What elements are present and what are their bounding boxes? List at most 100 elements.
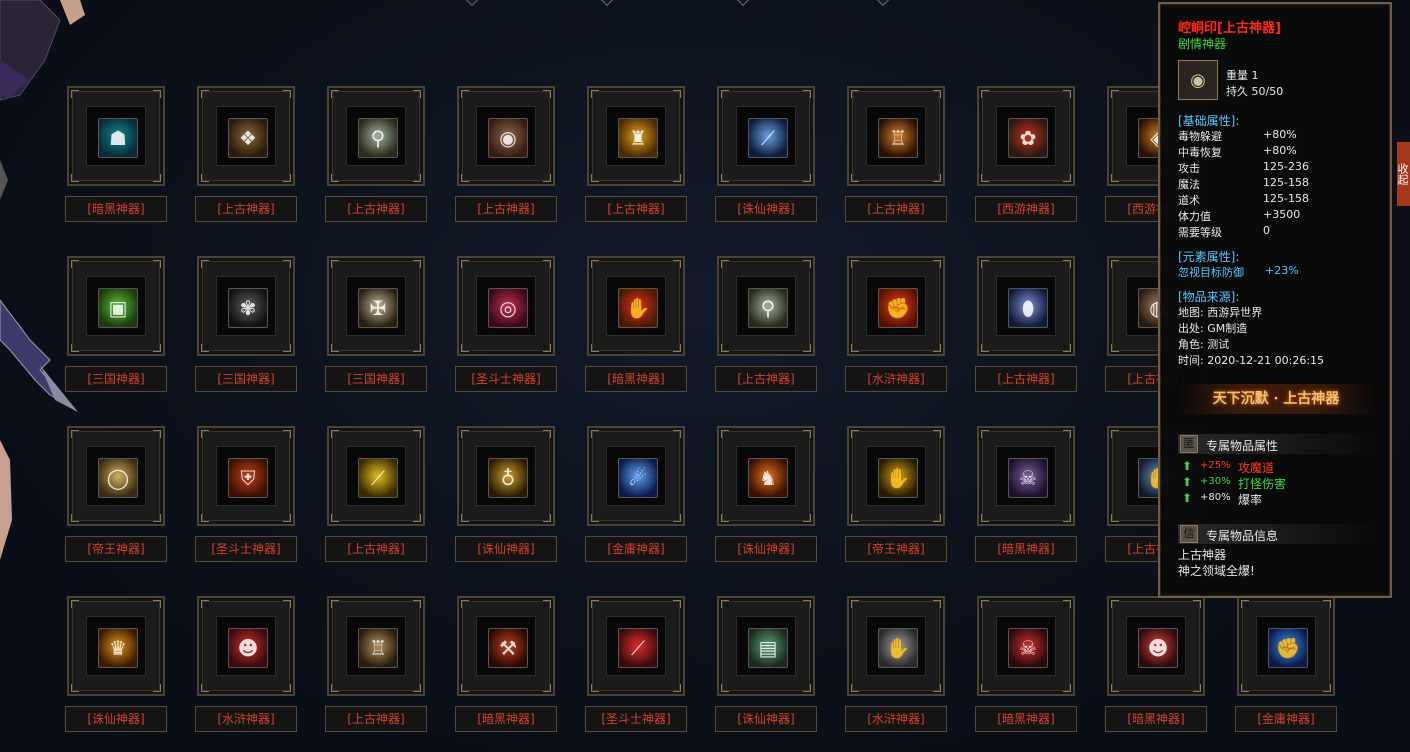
item-cell[interactable]: ⚲ [上古神器] [325,86,429,226]
crimson-blade-icon[interactable]: ⟋ [618,628,658,668]
item-cell[interactable]: ✋ [帝王神器] [845,426,949,566]
item-cell[interactable]: ✋ [暗黑神器] [585,256,689,396]
gold-gauntlet-icon[interactable]: ✋ [878,458,918,498]
chain-whip-icon[interactable]: ⚒ [488,628,528,668]
item-cell[interactable]: ♁ [诛仙神器] [455,426,559,566]
tiger-claw-icon[interactable]: ❖ [228,118,268,158]
item-cell[interactable]: ☗ [暗黑神器] [65,86,169,226]
item-cell[interactable]: ⟋ [上古神器] [325,426,429,566]
item-slot[interactable]: ⟋ [587,596,685,696]
justice-emblem-icon[interactable]: ✠ [358,288,398,328]
crimson-demon-icon[interactable]: ☠ [1008,628,1048,668]
item-slot[interactable]: ◎ [457,256,555,356]
gold-blade-icon[interactable]: ⟋ [358,458,398,498]
item-slot[interactable]: ♜ [587,86,685,186]
item-slot[interactable]: ☄ [587,426,685,526]
item-slot[interactable]: ☗ [67,86,165,186]
item-slot[interactable]: ☠ [977,596,1075,696]
item-slot[interactable]: ⬮ [977,256,1075,356]
item-slot[interactable]: ☠ [977,426,1075,526]
item-slot[interactable]: ☻ [1107,596,1205,696]
item-cell[interactable]: ▤ [诛仙神器] [715,596,819,736]
item-slot[interactable]: ☻ [197,596,295,696]
item-slot[interactable]: ♞ [717,426,815,526]
item-slot[interactable]: ✋ [847,596,945,696]
item-cell[interactable]: ☻ [暗黑神器] [1105,596,1209,736]
pagoda-icon[interactable]: ♖ [358,628,398,668]
item-slot[interactable]: ✠ [327,256,425,356]
item-slot[interactable]: ❖ [197,86,295,186]
item-slot[interactable]: ✋ [587,256,685,356]
item-slot[interactable]: ▤ [717,596,815,696]
item-slot[interactable]: ⚒ [457,596,555,696]
item-cell[interactable]: ✊ [水浒神器] [845,256,949,396]
item-cell[interactable]: ♜ [上古神器] [585,86,689,226]
red-ring-icon[interactable]: ◉ [488,118,528,158]
jade-seal-icon[interactable]: ▣ [98,288,138,328]
item-cell[interactable]: ☻ [水浒神器] [195,596,299,736]
item-cell[interactable]: ♖ [上古神器] [845,86,949,226]
item-cell[interactable]: ✾ [三国神器] [195,256,299,396]
dark-warrior-icon[interactable]: ☗ [98,118,138,158]
golden-bell-icon[interactable]: ♜ [618,118,658,158]
red-white-mask-icon[interactable]: ☻ [1138,628,1178,668]
item-cell[interactable]: ⚒ [暗黑神器] [455,596,559,736]
item-cell[interactable]: ⬮ [上古神器] [975,256,1079,396]
item-cell[interactable]: ☠ [暗黑神器] [975,426,1079,566]
azure-fist-icon[interactable]: ✊ [1268,628,1308,668]
blue-sword-icon[interactable]: ⟋ [748,118,788,158]
golden-helm-icon[interactable]: ♛ [98,628,138,668]
item-cell[interactable]: ⟋ [诛仙神器] [715,86,819,226]
item-slot[interactable]: ✿ [977,86,1075,186]
red-mask-icon[interactable]: ☻ [228,628,268,668]
item-cell[interactable]: ◯ [帝王神器] [65,426,169,566]
item-cell[interactable]: ▣ [三国神器] [65,256,169,396]
item-slot[interactable]: ⚲ [717,256,815,356]
ice-claw-icon[interactable]: ☄ [618,458,658,498]
item-slot[interactable]: ♁ [457,426,555,526]
collapse-tab[interactable]: 收起 [1396,142,1410,206]
flame-gauntlet-icon[interactable]: ✋ [618,288,658,328]
item-cell[interactable]: ⚲ [上古神器] [715,256,819,396]
dark-flower-icon[interactable]: ✾ [228,288,268,328]
item-cell[interactable]: ⟋ [圣斗士神器] [585,596,689,736]
item-slot[interactable]: ✋ [847,426,945,526]
item-slot[interactable]: ◉ [457,86,555,186]
red-amulet-icon[interactable]: ✿ [1008,118,1048,158]
item-cell[interactable]: ✿ [西游神器] [975,86,1079,226]
fan-staff-icon[interactable]: ⚲ [358,118,398,158]
item-cell[interactable]: ⛨ [圣斗士神器] [195,426,299,566]
item-slot[interactable]: ✊ [847,256,945,356]
item-cell[interactable]: ✋ [水浒神器] [845,596,949,736]
item-slot[interactable]: ♖ [327,596,425,696]
demon-mask-icon[interactable]: ☠ [1008,458,1048,498]
item-slot[interactable]: ⟋ [327,426,425,526]
item-slot[interactable]: ♖ [847,86,945,186]
item-cell[interactable]: ✊ [金庸神器] [1235,596,1339,736]
item-cell[interactable]: ◉ [上古神器] [455,86,559,226]
fan-staff-icon[interactable]: ⚲ [748,288,788,328]
pagoda-icon[interactable]: ♖ [878,118,918,158]
fire-fist-icon[interactable]: ✊ [878,288,918,328]
crimson-bracelet-icon[interactable]: ◎ [488,288,528,328]
item-slot[interactable]: ▣ [67,256,165,356]
item-slot[interactable]: ⟋ [717,86,815,186]
item-slot[interactable]: ⛨ [197,426,295,526]
item-cell[interactable]: ❖ [上古神器] [195,86,299,226]
item-slot[interactable]: ✾ [197,256,295,356]
moon-gem-icon[interactable]: ⬮ [1008,288,1048,328]
item-slot[interactable]: ◯ [67,426,165,526]
gold-necklace-icon[interactable]: ♁ [488,458,528,498]
item-cell[interactable]: ☄ [金庸神器] [585,426,689,566]
item-cell[interactable]: ☠ [暗黑神器] [975,596,1079,736]
red-armor-icon[interactable]: ⛨ [228,458,268,498]
gold-ring-icon[interactable]: ◯ [98,458,138,498]
item-cell[interactable]: ♞ [诛仙神器] [715,426,819,566]
item-cell[interactable]: ◎ [圣斗士神器] [455,256,559,396]
item-cell[interactable]: ♖ [上古神器] [325,596,429,736]
fire-dragon-icon[interactable]: ♞ [748,458,788,498]
steel-gauntlet-icon[interactable]: ✋ [878,628,918,668]
item-slot[interactable]: ⚲ [327,86,425,186]
item-slot[interactable]: ✊ [1237,596,1335,696]
treasure-chest-icon[interactable]: ▤ [748,628,788,668]
